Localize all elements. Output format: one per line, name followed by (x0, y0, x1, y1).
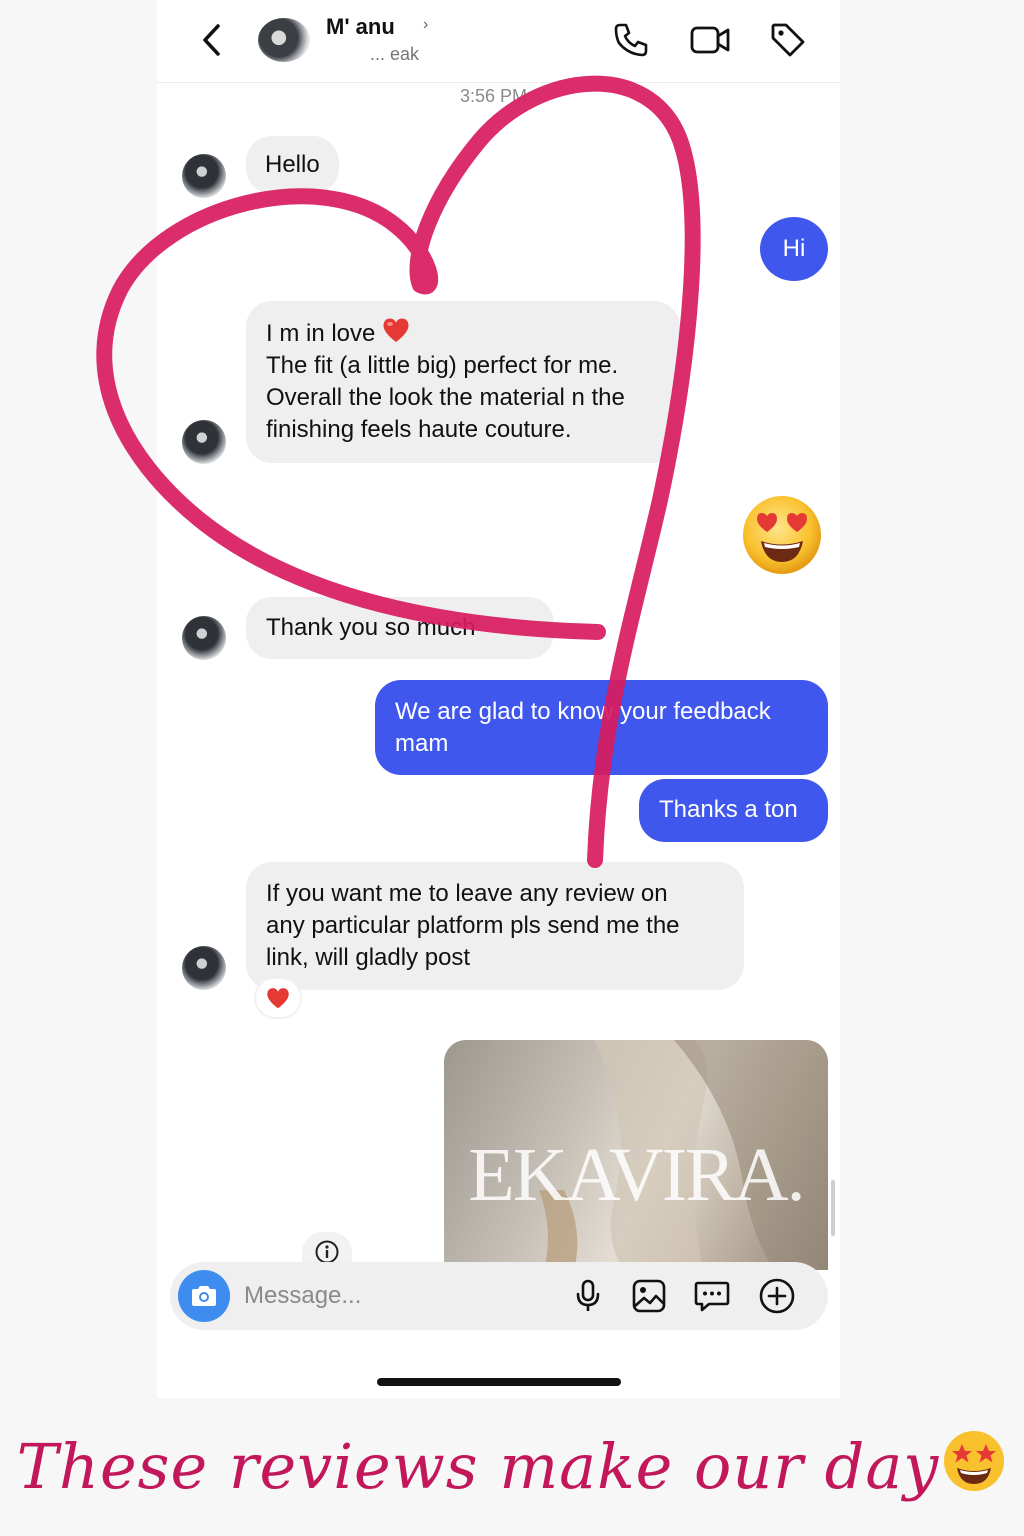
message-text: We are glad to know your feedback (395, 698, 771, 725)
message-timestamp: 3:56 PM (460, 86, 528, 106)
video-call-button[interactable] (686, 16, 734, 64)
back-button[interactable] (190, 18, 234, 62)
red-heart-emoji (383, 318, 409, 342)
home-indicator (377, 1378, 621, 1386)
image-brand-text: EKAVIRA. (468, 1133, 805, 1217)
contact-avatar[interactable] (258, 18, 310, 62)
tag-button[interactable] (764, 16, 812, 64)
scrollbar[interactable] (831, 1180, 835, 1236)
message-text: finishing feels haute couture. (266, 416, 572, 443)
story-caption: These reviews make our day (0, 1428, 1024, 1503)
message-text: The fit (a little big) perfect for me. (266, 352, 619, 379)
outgoing-message[interactable]: We are glad to know your feedback mam (375, 680, 828, 775)
outgoing-message[interactable]: Thanks a ton (639, 779, 828, 842)
red-heart-icon (267, 988, 289, 1009)
message-text: Overall the look the material n the (266, 384, 625, 411)
add-button[interactable] (757, 1276, 797, 1316)
gallery-icon (632, 1279, 666, 1313)
header-divider (157, 82, 840, 83)
video-camera-icon (690, 26, 730, 54)
phone-icon (614, 23, 648, 57)
plus-icon (759, 1278, 795, 1314)
microphone-icon (576, 1279, 600, 1311)
heart-reaction[interactable] (254, 977, 302, 1019)
message-input[interactable] (244, 1278, 544, 1314)
message-text: Thanks a ton (659, 796, 798, 823)
message-text: mam (395, 730, 449, 757)
sticker-icon (694, 1281, 730, 1312)
message-composer (170, 1262, 828, 1330)
incoming-message[interactable]: I m in love The fit (a little big) perfe… (246, 301, 680, 463)
story-screenshot: M' anu › ... eak 3:56 PM Hello Hi I m in… (0, 0, 1024, 1536)
message-text: Thank you so much (266, 614, 476, 641)
sender-avatar[interactable] (182, 420, 226, 464)
camera-icon (192, 1286, 216, 1306)
heart-eyes-emoji[interactable] (741, 494, 823, 576)
sender-avatar[interactable] (182, 946, 226, 990)
call-button[interactable] (607, 16, 655, 64)
star-struck-emoji (944, 1431, 1005, 1491)
message-text: any particular platform pls send me the (266, 912, 680, 939)
camera-button[interactable] (178, 1270, 230, 1322)
chevron-left-icon (203, 24, 220, 56)
microphone-button[interactable] (568, 1276, 608, 1316)
message-text: If you want me to leave any review on (266, 880, 668, 907)
incoming-message[interactable]: If you want me to leave any review on an… (246, 862, 744, 990)
message-text: link, will gladly post (266, 944, 471, 971)
contact-subtitle: ... eak (370, 44, 420, 64)
sender-avatar[interactable] (182, 154, 226, 198)
message-line: I m in love (266, 316, 660, 350)
incoming-message[interactable]: Hello (246, 136, 339, 194)
message-text: Hello (265, 151, 320, 178)
tag-icon (771, 23, 805, 57)
contact-chevron-icon: › (423, 16, 429, 33)
message-text: Hi (782, 235, 806, 262)
sender-avatar[interactable] (182, 616, 226, 660)
sticker-button[interactable] (692, 1276, 732, 1316)
caption-text: These reviews make our day (16, 1430, 940, 1503)
outgoing-message[interactable]: Hi (760, 217, 828, 281)
shared-image[interactable]: EKAVIRA. (444, 1040, 828, 1270)
incoming-message[interactable]: Thank you so much (246, 597, 554, 659)
message-text: I m in love (266, 320, 376, 347)
gallery-button[interactable] (629, 1276, 669, 1316)
contact-name[interactable]: M' anu (326, 14, 395, 40)
